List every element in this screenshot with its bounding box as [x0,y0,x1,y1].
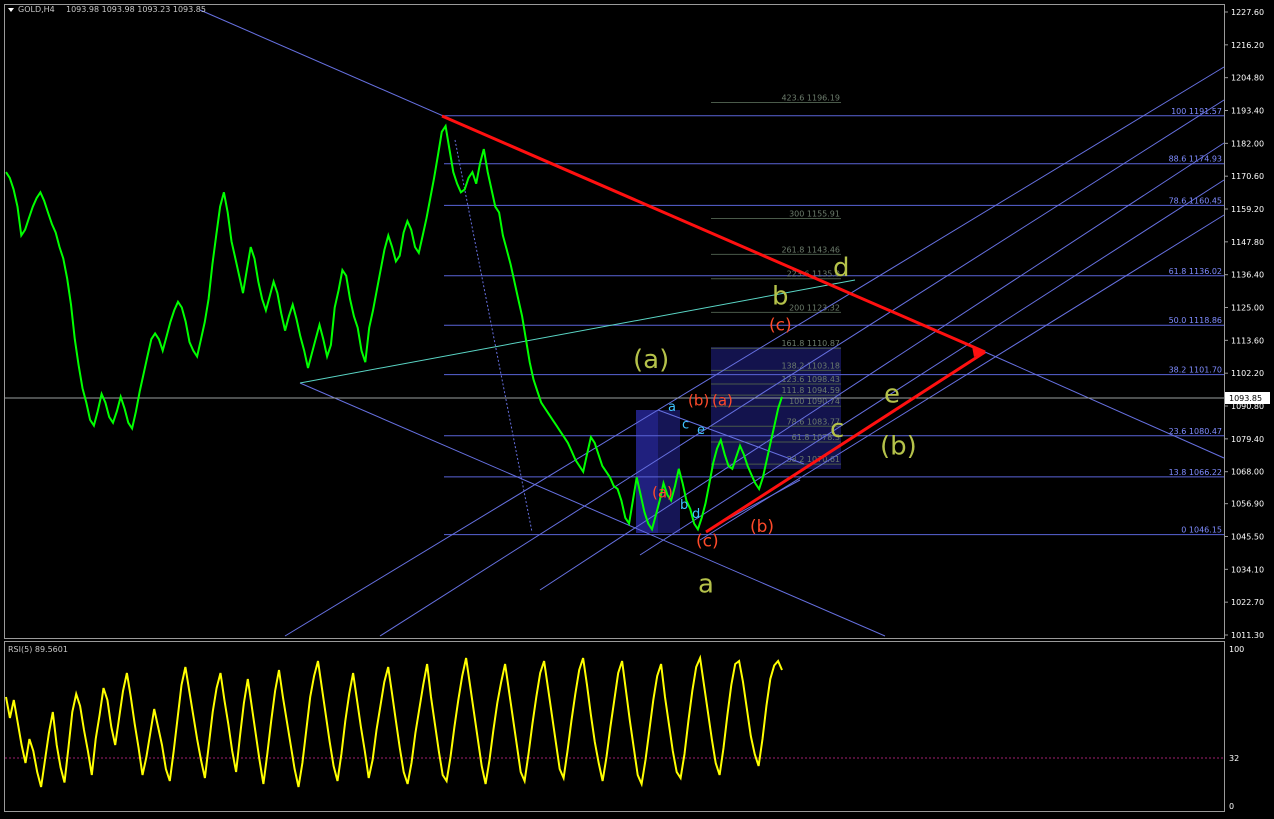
fib-ext-label: 300 1155.91 [789,209,840,218]
fib-level-label: 50.0 1118.86 [1169,316,1222,325]
chart-header: GOLD,H4 1093.98 1093.98 1093.23 1093.85 [8,5,206,14]
fib-ext-label: 161.8 1110.87 [781,339,840,348]
wave-label: d [692,507,700,522]
chart-area[interactable]: 100 1191.5788.6 1174.9378.6 1160.4561.8 … [0,0,1274,819]
fib-level-label: 23.6 1080.47 [1169,427,1222,436]
wave-label: (a) [652,484,673,502]
fib-level-label: 38.2 1101.70 [1169,366,1222,375]
wave-label: e [697,423,705,438]
fib-level-label: 100 1191.57 [1171,107,1222,116]
rsi-label: RSI(5) 89.5601 [8,645,68,654]
fib-level-label: 61.8 1136.02 [1169,267,1222,276]
price-tick-label: 1045.50 [1231,532,1264,541]
price-tick-label: 1125.00 [1231,304,1264,313]
price-tick-label: 1216.20 [1231,41,1264,50]
price-tick-label: 1022.70 [1231,598,1264,607]
wave-label: (a) [633,345,669,375]
ohlc-values: 1093.98 1093.98 1093.23 1093.85 [66,5,206,14]
wave-label: e [884,380,900,410]
wave-label: d [833,253,850,283]
wave-box-right [658,410,680,533]
rsi-tick-0: 0 [1229,802,1234,811]
price-tick-label: 1170.60 [1231,172,1264,181]
wave-label: (a) [712,391,733,409]
price-tick-label: 1011.30 [1231,631,1264,640]
wave-label: b [680,498,688,513]
fib-level-label: 0 1046.15 [1181,526,1222,535]
wave-label: (b) [688,391,709,409]
price-tick-label: 1102.20 [1231,369,1264,378]
wave-label: (c) [769,316,792,336]
price-tick-label: 1034.10 [1231,565,1264,574]
wave-label: (b) [750,517,774,537]
wave-label: (b) [880,431,917,461]
price-tick-label: 1193.40 [1231,107,1264,116]
fib-ext-label: 261.8 1143.46 [781,245,840,254]
price-tick-label: 1182.00 [1231,139,1264,148]
wave-label: (c) [696,532,719,552]
fib-ext-label: 423.6 1196.19 [781,93,840,102]
current-price-value: 1093.85 [1229,394,1262,403]
price-tick-label: 1227.60 [1231,8,1264,17]
price-tick-label: 1056.90 [1231,500,1264,509]
fib-ext-label: 111.8 1094.59 [781,386,840,395]
fib-ext-label: 123.6 1098.43 [781,375,840,384]
wave-label: c [682,417,689,432]
price-tick-label: 1204.80 [1231,74,1264,83]
price-tick-label: 1079.40 [1231,435,1264,444]
rsi-tick-100: 100 [1229,645,1244,654]
wave-label: a [698,570,714,600]
fib-level-label: 78.6 1160.45 [1169,196,1222,205]
price-tick-label: 1068.00 [1231,468,1264,477]
price-tick-label: 1159.20 [1231,205,1264,214]
price-tick-label: 1113.60 [1231,336,1264,345]
symbol-label: GOLD,H4 [18,5,55,14]
wave-label: a [668,400,676,415]
wave-label: b [772,282,789,312]
wave-label: c [830,414,844,444]
price-tick-label: 1136.40 [1231,271,1264,280]
fib-level-label: 13.8 1066.22 [1169,468,1222,477]
price-tick-label: 1147.80 [1231,238,1264,247]
rsi-tick-32: 32 [1229,754,1239,763]
